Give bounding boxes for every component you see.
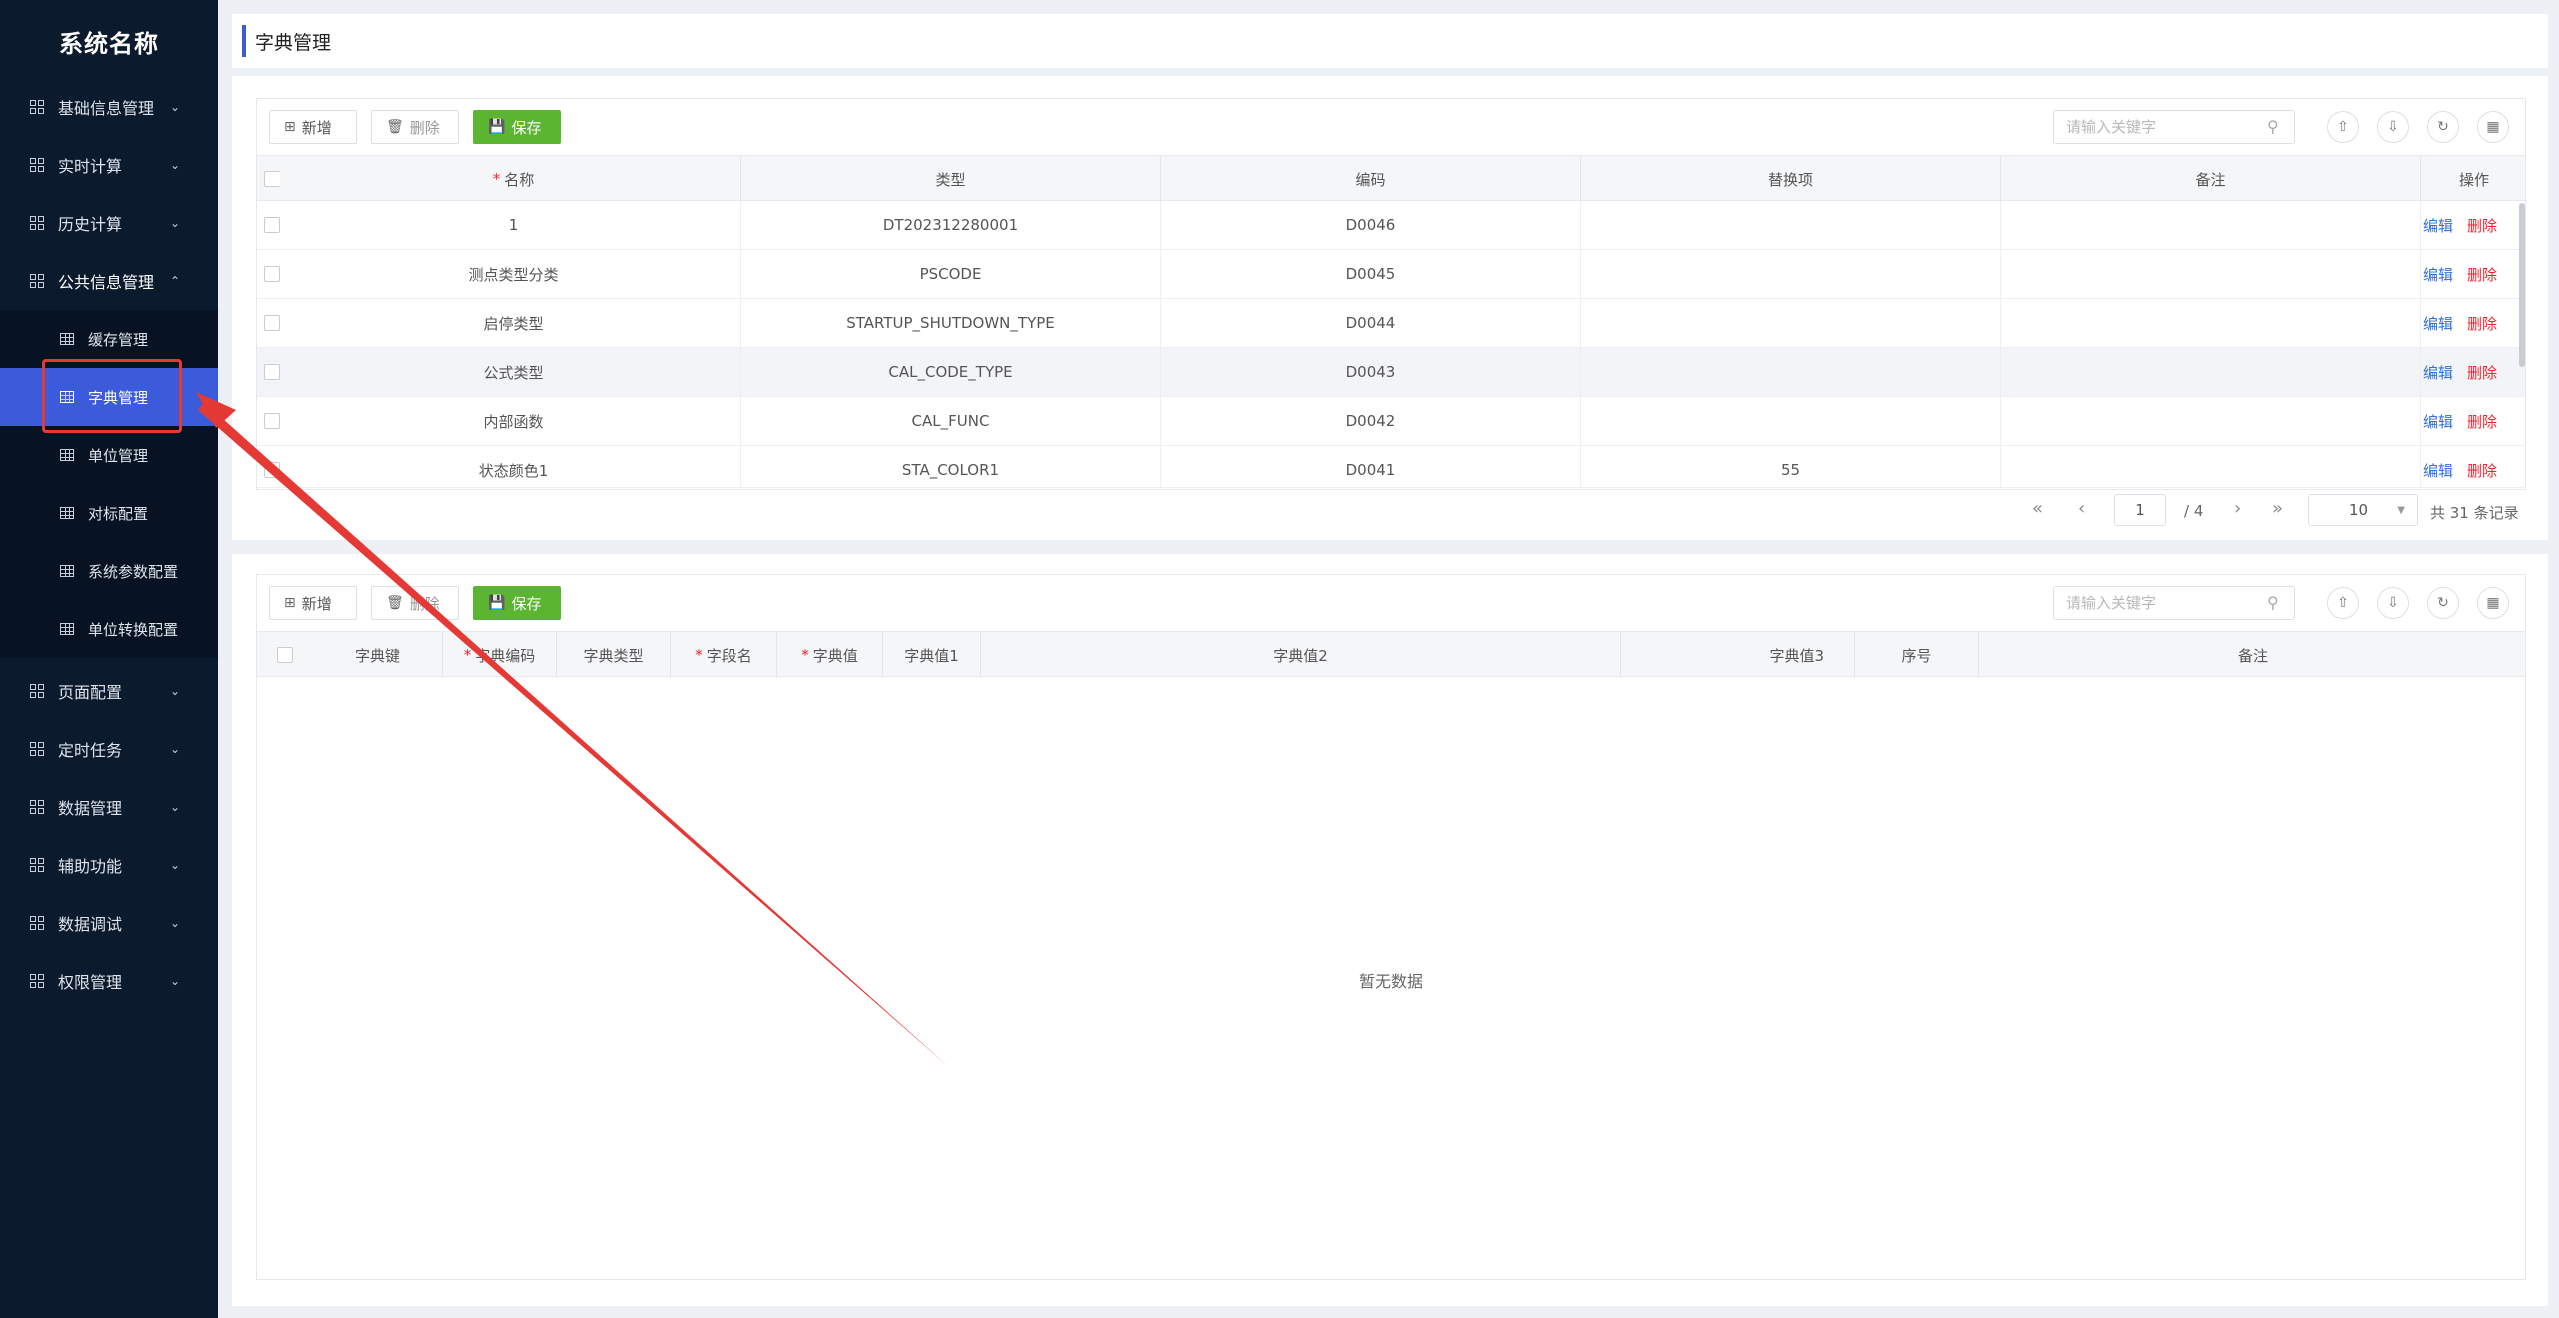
annotation-arrow bbox=[196, 392, 950, 1068]
